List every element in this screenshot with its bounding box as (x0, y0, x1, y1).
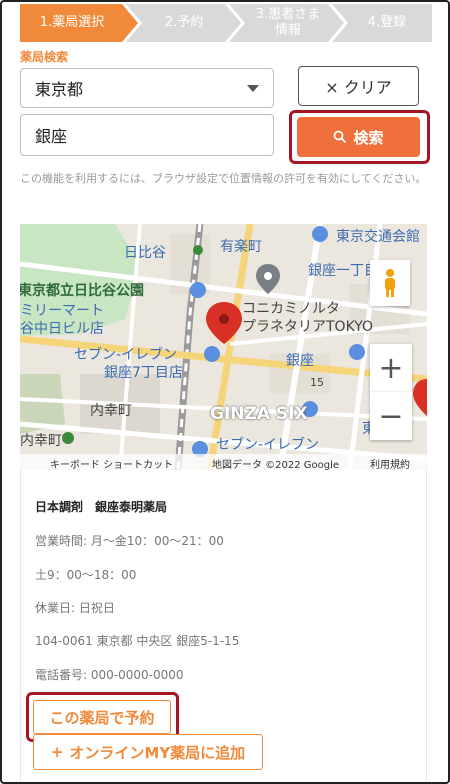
map-label-uchisaiwai: 内幸町 (90, 403, 132, 419)
street-view-pegman[interactable] (370, 260, 410, 306)
keyword-input[interactable]: 銀座 (20, 114, 274, 156)
zoom-in-button[interactable]: + (370, 344, 412, 392)
map-label-route15: 15 (310, 376, 324, 389)
search-button[interactable]: 検索 (297, 117, 420, 157)
prefecture-select[interactable]: 東京都 (20, 68, 274, 108)
step-2: 2.予約 (164, 15, 204, 30)
map-label-seven1: セブン-イレブン (74, 347, 178, 363)
pharmacy-hours-weekday: 営業時間: 月〜金10：00〜21：00 (35, 534, 224, 548)
prefecture-value: 東京都 (35, 80, 84, 99)
pharmacy-hours-saturday: 土9：00〜18：00 (35, 568, 137, 582)
keyboard-shortcuts-link[interactable]: キーボード ショートカット (50, 456, 173, 470)
map-label-uchisaiwai-2: 内幸町 (20, 433, 62, 449)
caret-down-icon (247, 85, 259, 92)
reserve-button[interactable]: この薬局で予約 (33, 700, 171, 734)
step-progress: 1.薬局選択 2.予約 3.患者さま 情報 4.登録 (20, 4, 432, 42)
map-label-ginza-six: GINZA SIX (210, 404, 308, 424)
map-label-planetaria: プラネタリアTOKYO (242, 319, 374, 335)
map-label-seven1b: 銀座7丁目店 (104, 365, 183, 381)
step-3: 3.患者さま 情報 (255, 7, 321, 38)
location-notice: この機能を利用するには、ブラウザ設定で位置情報の許可を有効にしてください。 (20, 172, 427, 185)
pharmacy-address: 104-0061 東京都 中央区 銀座5-1-15 (35, 634, 240, 648)
map-label-minimart: ミリーマート (20, 303, 104, 319)
add-my-pharmacy-button[interactable]: + オンラインMY薬局に追加 (33, 734, 263, 770)
terms-link[interactable]: 利用規約 (370, 456, 410, 470)
clear-button[interactable]: × クリア (298, 66, 419, 106)
map-label-hibiya-bldg: 谷中日ビル店 (20, 321, 104, 337)
map[interactable]: 日比谷 有楽町 東京交通会館 銀座一丁目 東京都立日比谷公園 ミリーマート 谷中… (20, 224, 427, 470)
zoom-out-button[interactable]: − (370, 392, 412, 440)
map-label-yurakucho: 有楽町 (220, 239, 262, 255)
add-my-pharmacy-label: オンラインMY薬局に追加 (69, 743, 246, 762)
keyword-value: 銀座 (35, 127, 68, 146)
pharmacy-phone: 電話番号: 000-0000-0000 (35, 668, 184, 682)
map-label-seven2: セブン-イレブン (216, 437, 320, 453)
pharmacy-name: 日本調剤 銀座泰明薬局 (35, 500, 168, 514)
map-label-konica: コニカミノルタ (242, 301, 340, 317)
map-label-tokyo-kotsu: 東京交通会館 (336, 229, 420, 245)
step-1: 1.薬局選択 (39, 15, 105, 30)
search-button-label: 検索 (353, 128, 384, 147)
plus-icon: + (50, 743, 64, 761)
pegman-icon (385, 269, 395, 297)
map-label-hibiya: 日比谷 (124, 245, 166, 261)
pharmacy-holiday: 休業日: 日祝日 (35, 601, 115, 615)
map-label-ginza-itchome: 銀座一丁目 (308, 263, 378, 279)
map-attribution: キーボード ショートカット 地図データ ©2022 Google 利用規約 (20, 454, 427, 470)
map-data-credit: 地図データ ©2022 Google (212, 460, 340, 470)
map-label-ginza: 銀座 (286, 353, 314, 369)
map-label-hibiya-park: 東京都立日比谷公園 (20, 283, 144, 299)
search-icon (334, 130, 347, 144)
section-label: 薬局検索 (20, 50, 69, 64)
step-4: 4.登録 (367, 15, 407, 30)
